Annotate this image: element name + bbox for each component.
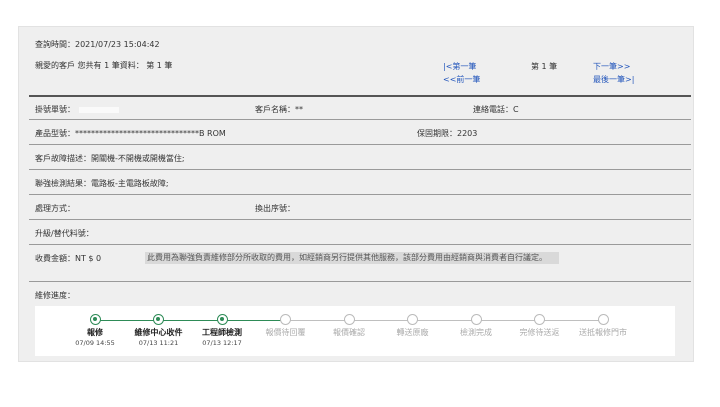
step-pending-icon: [534, 314, 545, 325]
query-time-value: 2021/07/23 15:04:42: [75, 40, 160, 49]
step-label: 轉送原廠: [396, 328, 429, 337]
step-complete-icon: [153, 314, 164, 325]
progress-tracker: 報修 07/09 14:55 維修中心收件 07/13 11:21 工程師檢測 07/13…: [35, 306, 675, 356]
next-record-link[interactable]: 下一筆>>: [593, 61, 630, 72]
fault-description: 客戶故障描述：開關機-不開機或開機當住;: [35, 153, 185, 164]
row-divider: [29, 219, 691, 220]
header-divider: [29, 95, 691, 97]
model-value: *******************************B ROM: [75, 129, 226, 138]
fee-value: NT $ 0: [75, 254, 102, 263]
progress-step: 報價確認: [317, 314, 381, 338]
model-label: 產品型號：: [35, 129, 75, 138]
step-pending-icon: [407, 314, 418, 325]
step-label: 報價確認: [333, 328, 365, 337]
product-model: 產品型號：*******************************B RO…: [35, 128, 226, 139]
progress-label: 維修進度：: [35, 291, 75, 300]
fee-amount: 收費金額：NT $ 0: [35, 253, 101, 264]
ticket-label: 掛號單號：: [35, 105, 75, 114]
step-label: 完修待送返: [519, 328, 560, 337]
progress-step: 報修 07/09 14:55: [63, 314, 127, 347]
fee-label: 收費金額：: [35, 254, 75, 263]
step-time: 07/13 11:21: [138, 339, 179, 347]
first-record-link[interactable]: |<第一筆: [443, 61, 476, 72]
phone-label: 連絡電話：: [473, 105, 513, 114]
customer-value: **: [295, 105, 303, 114]
row-divider: [29, 194, 691, 195]
query-time-label: 查詢時間：: [35, 40, 75, 49]
warranty-period: 保固期限：2203: [417, 128, 477, 139]
step-label: 檢測完成: [460, 328, 492, 337]
step-complete-icon: [216, 314, 228, 325]
step-label: 報修: [87, 328, 103, 337]
step-complete-icon: [89, 314, 101, 325]
phone-value: C: [513, 105, 519, 114]
customer-notice: 親愛的客戶 您共有 1 筆資料： 第 1 筆: [35, 61, 173, 70]
ticket-redacted: [79, 106, 119, 113]
replacement-serial: 換出序號：: [255, 204, 295, 213]
fee-note: 此費用為聯強負責維修部分所收取的費用，如經銷商另行提供其他服務，該部分費用由經銷…: [145, 252, 559, 264]
progress-step: 完修待送返: [508, 314, 572, 338]
upgrade-part-number: 升級/替代料號：: [35, 229, 94, 238]
repair-status-panel: 查詢時間：2021/07/23 15:04:42 親愛的客戶 您共有 1 筆資料…: [18, 26, 694, 362]
customer-label: 客戶名稱：: [255, 105, 295, 114]
warranty-label: 保固期限：: [417, 129, 457, 138]
progress-step: 報價待回覆: [254, 314, 318, 338]
step-time: 07/09 14:55: [75, 339, 115, 347]
row-divider: [29, 119, 691, 120]
contact-phone: 連絡電話：C: [473, 104, 519, 115]
step-label: 維修中心收件: [134, 328, 183, 337]
row-divider: [29, 144, 691, 145]
ticket-number: 掛號單號：: [35, 104, 119, 115]
progress-step: 檢測完成: [444, 314, 508, 338]
inspect-label: 聯強檢測結果：: [35, 179, 91, 188]
inspect-value: 電路板-主電路板故障;: [91, 179, 169, 188]
warranty-value: 2203: [457, 129, 478, 138]
row-divider: [29, 281, 691, 282]
prev-record-link[interactable]: <<前一筆: [443, 74, 480, 85]
row-divider: [29, 169, 691, 170]
last-record-link[interactable]: 最後一筆>|: [593, 74, 634, 85]
progress-step: 送抵報修門市: [571, 314, 635, 338]
step-label: 報價待回覆: [265, 328, 306, 337]
handling-method: 處理方式：: [35, 204, 75, 213]
step-pending-icon: [343, 314, 355, 325]
progress-step: 維修中心收件 07/13 11:21: [127, 314, 191, 347]
progress-step: 工程師檢測 07/13 12:17: [190, 314, 254, 347]
customer-name: 客戶名稱：**: [255, 104, 303, 115]
fault-value: 開關機-不開機或開機當住;: [91, 154, 185, 163]
step-pending-icon: [470, 314, 482, 325]
query-time: 查詢時間：2021/07/23 15:04:42: [35, 39, 160, 50]
step-pending-icon: [280, 314, 291, 325]
current-record: 第 1 筆: [531, 62, 558, 71]
step-time: 07/13 12:17: [202, 339, 242, 347]
row-divider: [29, 244, 691, 245]
progress-step: 轉送原廠: [381, 314, 445, 338]
fault-label: 客戶故障描述：: [35, 154, 91, 163]
step-label: 工程師檢測: [202, 328, 242, 337]
inspection-result: 聯強檢測結果：電路板-主電路板故障;: [35, 178, 169, 189]
step-pending-icon: [597, 314, 609, 325]
step-label: 送抵報修門市: [579, 328, 627, 337]
